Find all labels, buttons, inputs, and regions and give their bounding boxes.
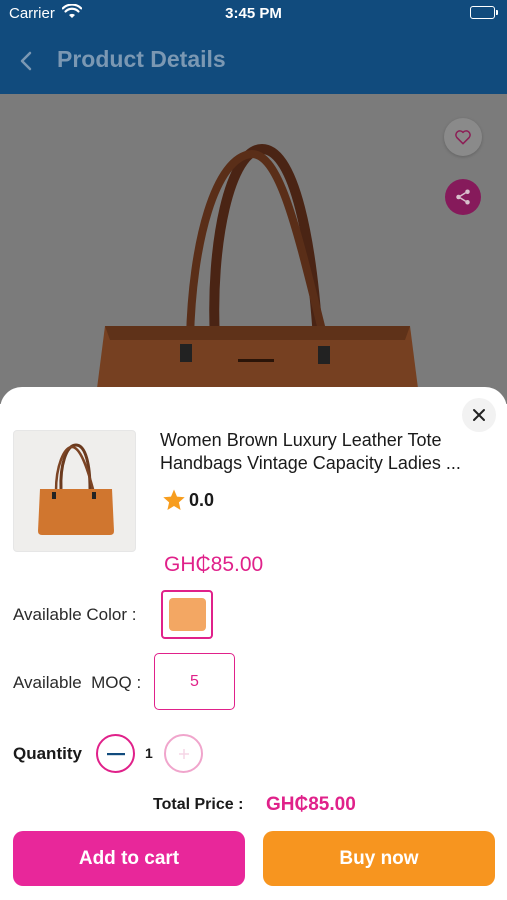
product-name: Women Brown Luxury Leather Tote Handbags… xyxy=(160,429,495,475)
product-rating: 0.0 xyxy=(162,488,214,512)
product-name-line-2: Handbags Vintage Capacity Ladies ... xyxy=(160,453,461,473)
nav-bar: Product Details xyxy=(0,30,507,94)
product-main-image xyxy=(95,143,420,404)
decrease-quantity-button[interactable] xyxy=(96,734,135,773)
plus-icon xyxy=(178,748,189,759)
moq-value: 5 xyxy=(190,672,199,690)
app-header: Carrier 3:45 PM Product Details xyxy=(0,0,507,94)
available-color-label: Available Color : xyxy=(13,605,137,624)
total-price-value: GH₵85.00 xyxy=(266,794,356,815)
status-bar: Carrier 3:45 PM xyxy=(0,0,507,30)
quantity-label: Quantity xyxy=(13,744,82,763)
buy-now-button[interactable]: Buy now xyxy=(263,831,495,886)
star-icon xyxy=(163,489,185,510)
moq-option[interactable]: 5 xyxy=(154,653,235,710)
status-time: 3:45 PM xyxy=(225,5,282,22)
back-chevron-icon[interactable] xyxy=(16,47,38,75)
add-to-cart-button[interactable]: Add to cart xyxy=(13,831,245,886)
share-icon xyxy=(456,189,470,205)
minus-icon xyxy=(106,752,125,755)
share-button[interactable] xyxy=(445,179,481,215)
product-thumbnail xyxy=(13,430,136,552)
quantity-value: 1 xyxy=(145,745,153,761)
product-price: GH₵85.00 xyxy=(164,553,264,576)
product-image-area xyxy=(0,94,507,404)
battery-icon xyxy=(470,6,498,19)
available-moq-label: Available MOQ : xyxy=(13,673,142,692)
total-price-label: Total Price : xyxy=(153,796,244,813)
color-swatch xyxy=(168,598,206,631)
close-icon xyxy=(473,409,485,421)
rating-value: 0.0 xyxy=(189,489,215,510)
page-title: Product Details xyxy=(57,46,226,72)
color-option-selected[interactable] xyxy=(161,590,213,639)
favorite-button[interactable] xyxy=(444,118,482,156)
product-name-line-1: Women Brown Luxury Leather Tote xyxy=(160,430,442,450)
heart-icon xyxy=(455,130,471,145)
close-button[interactable] xyxy=(462,398,496,432)
increase-quantity-button[interactable] xyxy=(164,734,203,773)
